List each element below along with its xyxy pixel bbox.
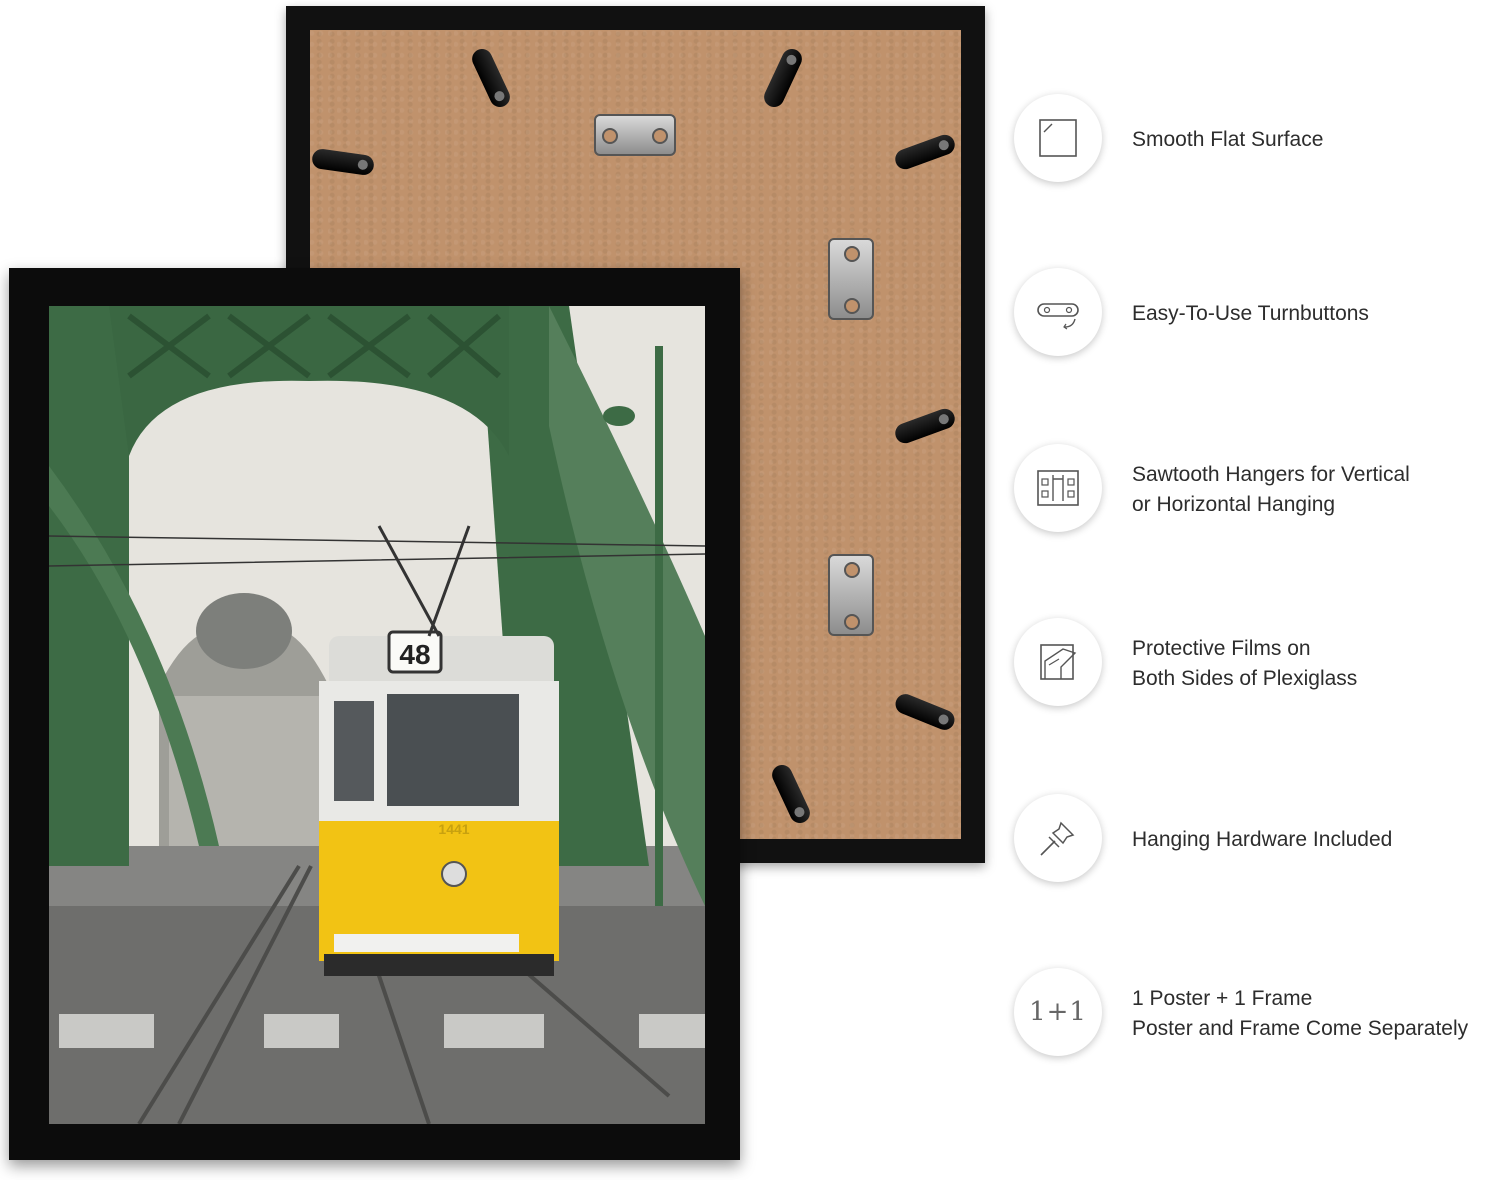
push-pin-icon [1014, 794, 1102, 882]
one-plus-one-glyph: 1+1 [1029, 997, 1087, 1027]
tram-windshield [387, 694, 519, 806]
crosswalk-stripe [639, 1014, 705, 1048]
turnbutton-right-lower [892, 691, 958, 733]
crosswalk-stripe [59, 1014, 154, 1048]
crosswalk-stripe [264, 1014, 339, 1048]
crosswalk-stripe [444, 1014, 544, 1048]
sawtooth-hanger-side-upper [828, 238, 874, 320]
tram-skirt [324, 954, 554, 976]
sawtooth-hanger-side-lower [828, 554, 874, 636]
feature-label: Protective Films on Both Sides of Plexig… [1132, 637, 1358, 690]
turnbutton-bottom [768, 761, 814, 827]
one-plus-one-icon: 1+1 [1014, 968, 1102, 1056]
feature-label: 1 Poster + 1 Frame Poster and Frame Come… [1132, 987, 1469, 1040]
turnbutton-icon [1014, 268, 1102, 356]
sawtooth-hanger-icon [1014, 444, 1102, 532]
dome [196, 593, 292, 669]
tram-route-number: 48 [399, 639, 430, 670]
turnbutton-left [310, 147, 376, 177]
protective-film-icon [1014, 618, 1102, 706]
feature-protective-films: Protective Films on Both Sides of Plexig… [1014, 618, 1500, 710]
poster-image-tram-on-bridge: 48 1441 [49, 306, 705, 1124]
smooth-surface-icon [1014, 94, 1102, 182]
feature-label: Smooth Flat Surface [1132, 128, 1324, 151]
turnbutton-right-upper [892, 132, 958, 172]
feature-one-plus-one: 1+1 1 Poster + 1 Frame Poster and Frame … [1014, 968, 1500, 1060]
lamp-post [655, 346, 663, 906]
yellow-tram: 48 1441 [319, 630, 559, 976]
feature-hanging-hardware: Hanging Hardware Included [1014, 794, 1500, 886]
feature-smooth-surface: Smooth Flat Surface [1014, 94, 1500, 186]
sawtooth-hanger-top [594, 114, 676, 156]
turnbutton-top-left [468, 45, 514, 111]
tram-bumper [334, 934, 519, 952]
poster-illustration: 48 1441 [49, 306, 705, 1124]
lamp [603, 406, 635, 426]
tram-side-window [334, 701, 374, 801]
feature-turnbuttons: Easy-To-Use Turnbuttons [1014, 268, 1500, 360]
turnbutton-top-right [760, 45, 806, 111]
frame-front-view: 48 1441 [9, 268, 740, 1160]
feature-label: Hanging Hardware Included [1132, 828, 1393, 851]
tram-fleet-number: 1441 [438, 821, 469, 837]
tram-headlight [441, 861, 467, 887]
feature-label: Easy-To-Use Turnbuttons [1132, 302, 1369, 325]
turnbutton-right-middle [892, 406, 958, 446]
feature-label: Sawtooth Hangers for Vertical or Horizon… [1132, 463, 1410, 516]
feature-sawtooth-hangers: Sawtooth Hangers for Vertical or Horizon… [1014, 444, 1500, 536]
